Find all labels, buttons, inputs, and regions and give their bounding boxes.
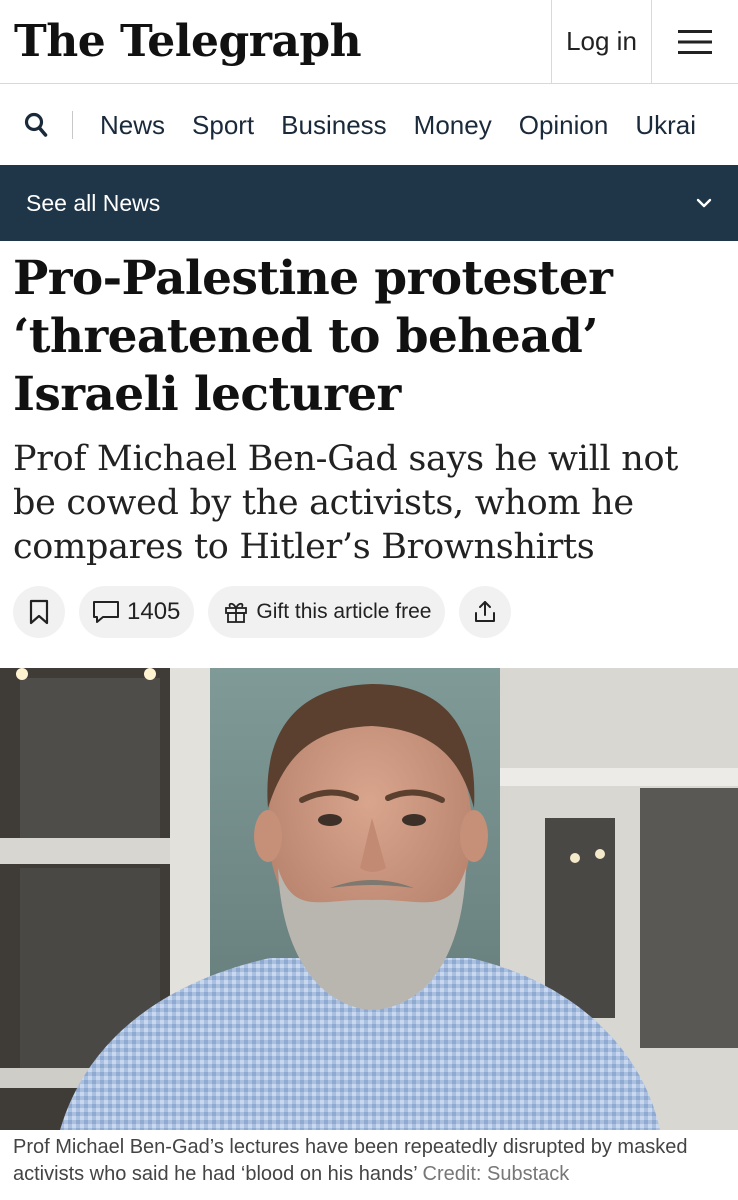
article-page: The Telegraph Log in News Sport Business…: [0, 0, 738, 1200]
share-button[interactable]: [459, 586, 512, 638]
site-header: The Telegraph Log in: [0, 0, 738, 84]
nav-items: News Sport Business Money Opinion Ukrai: [100, 110, 723, 141]
comment-icon: [93, 601, 119, 623]
caption-text: Prof Michael Ben-Gad’s lectures have bee…: [13, 1136, 688, 1185]
article-photo: [0, 668, 738, 1130]
search-icon: [24, 112, 48, 137]
article-headline: Pro-Palestine protester ‘threatened to b…: [13, 251, 613, 422]
login-button[interactable]: Log in: [551, 0, 651, 83]
gift-label: Gift this article free: [256, 600, 432, 623]
nav-divider: [72, 111, 73, 139]
nav-item-opinion[interactable]: Opinion: [519, 110, 609, 141]
see-all-news-dropdown[interactable]: See all News: [0, 165, 738, 241]
bookmark-icon: [29, 599, 49, 625]
comment-count: 1405: [127, 598, 181, 625]
portrait-illustration: [0, 668, 738, 1130]
photo-credit: Credit: Substack: [422, 1163, 570, 1185]
search-button[interactable]: [0, 85, 72, 165]
see-all-news-label: See all News: [26, 189, 161, 216]
article-actions: 1405 Gift this article free: [13, 586, 512, 638]
nav-fade: [698, 85, 738, 165]
comments-button[interactable]: 1405: [79, 586, 195, 638]
nav-item-ukraine[interactable]: Ukrai: [635, 110, 696, 141]
article-standfirst: Prof Michael Ben-Gad says he will not be…: [13, 439, 678, 567]
menu-icon: [678, 29, 712, 54]
gift-icon: [225, 602, 248, 623]
section-nav: News Sport Business Money Opinion Ukrai: [0, 85, 738, 165]
chevron-down-icon: [696, 198, 712, 208]
menu-button[interactable]: [651, 0, 738, 83]
bookmark-button[interactable]: [13, 586, 65, 638]
photo-caption: Prof Michael Ben-Gad’s lectures have bee…: [13, 1134, 728, 1188]
nav-item-business[interactable]: Business: [281, 110, 387, 141]
share-icon: [475, 601, 496, 622]
telegraph-logo[interactable]: The Telegraph: [0, 0, 551, 83]
nav-item-money[interactable]: Money: [414, 110, 492, 141]
nav-item-sport[interactable]: Sport: [192, 110, 254, 141]
nav-item-news[interactable]: News: [100, 110, 165, 141]
gift-article-button[interactable]: Gift this article free: [208, 586, 446, 638]
